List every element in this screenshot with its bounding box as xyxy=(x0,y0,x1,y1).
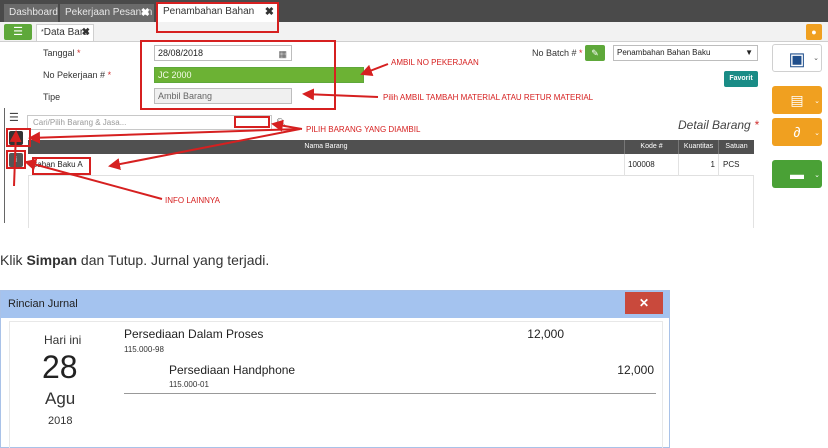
rincian-jurnal-dialog: Rincian Jurnal ✕ xyxy=(0,290,670,448)
dialog-body xyxy=(9,321,663,448)
dialog-title: Rincian Jurnal xyxy=(8,298,78,310)
dialog-titlebar: Rincian Jurnal ✕ xyxy=(1,291,669,318)
annotation-arrows xyxy=(9,63,389,200)
annotation-pilih-barang: PILIH BARANG YANG DIAMBIL xyxy=(306,125,421,134)
close-icon: ✕ xyxy=(638,296,650,310)
journal-debit-amount: 12,000 xyxy=(527,327,564,341)
date-month: Agu xyxy=(45,389,76,408)
caption-text: Klik Simpan dan Tutup. Jurnal yang terja… xyxy=(0,252,270,268)
annotation-info: INFO LAINNYA xyxy=(165,196,220,205)
journal-credit-amount: 12,000 xyxy=(617,363,654,377)
journal-account-code: 115.000-98 xyxy=(124,345,164,354)
annotation-ambil: AMBIL NO PEKERJAAN xyxy=(391,58,479,67)
annotation-pilih-tipe: Pilih AMBIL TAMBAH MATERIAL ATAU RETUR M… xyxy=(383,93,594,102)
screenshot-root: Dashboard Pekerjaan Pesanan ✖ Penambahan… xyxy=(0,0,828,448)
journal-account-code: 115.000-01 xyxy=(169,380,209,389)
journal-account-name: Persediaan Dalam Proses xyxy=(124,327,264,341)
date-label: Hari ini xyxy=(44,333,82,347)
close-button[interactable]: ✕ xyxy=(625,292,663,314)
date-year: 2018 xyxy=(48,415,73,427)
journal-account-name: Persediaan Handphone xyxy=(169,363,296,377)
app-window: Dashboard Pekerjaan Pesanan ✖ Penambahan… xyxy=(0,0,828,228)
journal-separator xyxy=(124,393,656,394)
date-day: 28 xyxy=(42,349,78,385)
